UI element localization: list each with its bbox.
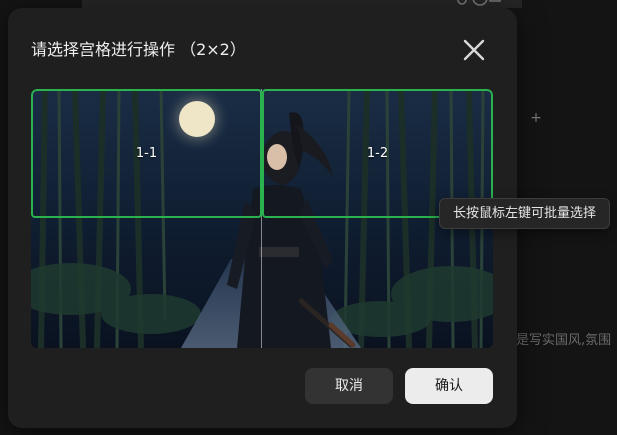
background-toolbar-icons bbox=[452, 0, 502, 8]
grid-cell-label: 1-1 bbox=[135, 146, 158, 161]
confirm-button[interactable]: 确认 bbox=[405, 368, 493, 404]
batch-select-tooltip: 长按鼠标左键可批量选择 bbox=[439, 198, 610, 229]
grid-cell-label: 1-2 bbox=[366, 146, 389, 161]
cancel-button[interactable]: 取消 bbox=[305, 368, 393, 404]
plus-icon[interactable]: + bbox=[526, 108, 546, 128]
grid-cell-1-1[interactable]: 1-1 bbox=[31, 89, 262, 218]
background-prompt-text: 是写实国风,氛围 bbox=[516, 333, 612, 348]
app-root: + 是写实国风,氛围 请选择宫格进行操作 （2×2） 1-1 1-2 取消 确认… bbox=[0, 0, 617, 435]
dialog-title: 请选择宫格进行操作 （2×2） bbox=[31, 40, 246, 59]
image-preview: 1-1 1-2 bbox=[31, 89, 493, 348]
close-icon[interactable] bbox=[460, 36, 488, 64]
